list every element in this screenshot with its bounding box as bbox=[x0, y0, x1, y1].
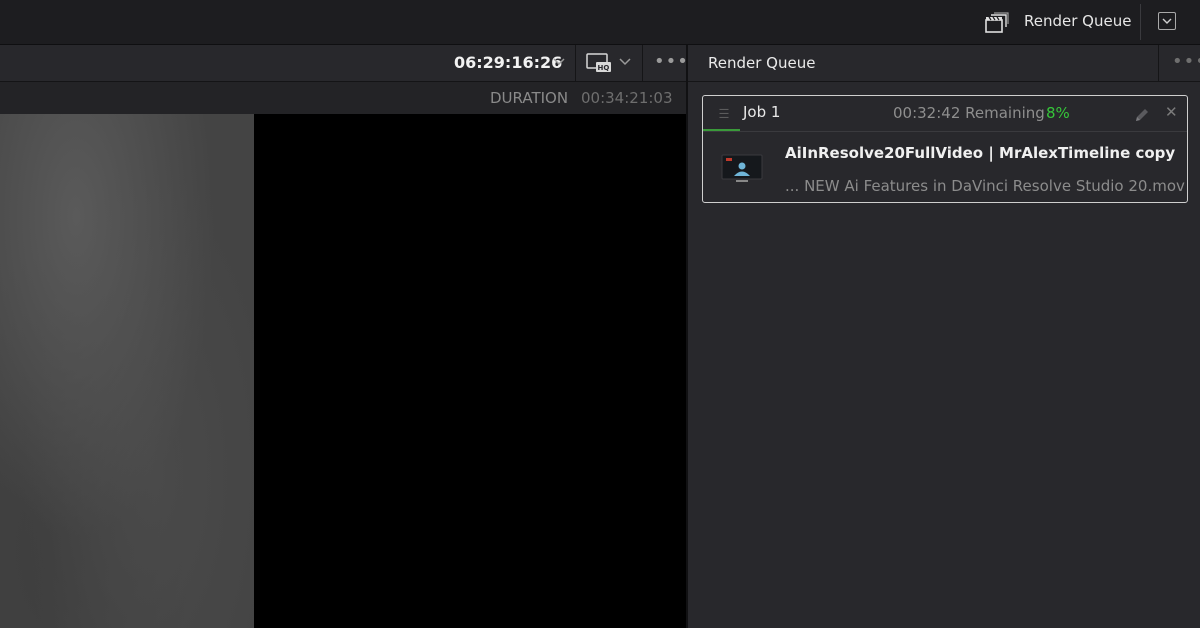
viewer-options-button[interactable]: ••• bbox=[654, 51, 689, 72]
duration-label: DURATION bbox=[490, 89, 569, 107]
header-divider bbox=[642, 45, 643, 81]
job-remaining-time: 00:32:42 Remaining bbox=[893, 104, 1045, 122]
hq-monitor-icon[interactable]: HQ bbox=[586, 53, 612, 73]
render-queue-header: Render Queue ••• bbox=[688, 45, 1200, 82]
render-queue-icon[interactable] bbox=[985, 12, 1009, 34]
chevron-down-icon[interactable] bbox=[618, 57, 632, 67]
video-viewer[interactable] bbox=[0, 114, 686, 628]
render-queue-toolbar-button[interactable]: Render Queue bbox=[1024, 12, 1131, 30]
timeline-monitor-icon bbox=[721, 154, 763, 182]
header-divider bbox=[575, 45, 576, 81]
chevron-down-icon[interactable] bbox=[552, 57, 566, 67]
header-divider bbox=[1158, 45, 1159, 81]
job-name: Job 1 bbox=[743, 103, 781, 121]
chevron-down-icon bbox=[1162, 18, 1172, 24]
panel-menu-dropdown[interactable] bbox=[1158, 12, 1176, 30]
render-queue-title: Render Queue bbox=[708, 54, 816, 72]
svg-text:HQ: HQ bbox=[598, 64, 610, 72]
render-job-card[interactable]: — — — Job 1 00:32:42 Remaining 8% ✕ AiInRe… bbox=[702, 95, 1188, 203]
drag-handle-icon[interactable]: — — — bbox=[719, 105, 729, 123]
render-queue-panel: Render Queue ••• ——— Job 1 00:32:42 Rema… bbox=[688, 45, 1200, 628]
duration-bar: DURATION 00:34:21:03 bbox=[0, 82, 686, 114]
render-queue-options-button[interactable]: ••• bbox=[1172, 51, 1200, 72]
close-icon[interactable]: ✕ bbox=[1165, 103, 1178, 121]
job-progress-percent: 8% bbox=[1046, 104, 1070, 122]
video-frame bbox=[0, 114, 254, 628]
top-toolbar: Render Queue bbox=[0, 0, 1200, 45]
job-timeline-name: AiInResolve20FullVideo | MrAlexTimeline … bbox=[785, 144, 1176, 162]
job-divider bbox=[703, 131, 1187, 132]
toolbar-divider bbox=[1140, 4, 1141, 40]
duration-value: 00:34:21:03 bbox=[581, 89, 673, 107]
pencil-icon[interactable] bbox=[1133, 106, 1151, 124]
timecode-display[interactable]: 06:29:16:26 bbox=[454, 53, 562, 72]
job-output-filename: ... NEW Ai Features in DaVinci Resolve S… bbox=[785, 177, 1185, 195]
viewer-header: 06:29:16:26 HQ ••• bbox=[0, 45, 689, 82]
